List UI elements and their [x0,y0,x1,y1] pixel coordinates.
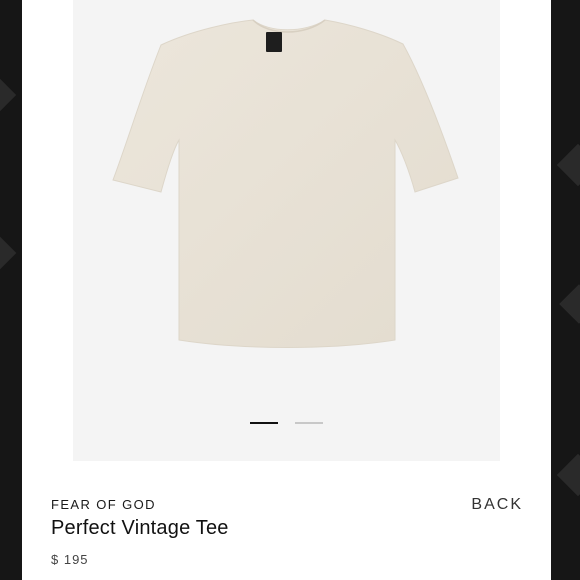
background-shape [559,284,580,324]
carousel-indicator [73,422,500,426]
carousel-dot[interactable] [295,422,323,424]
product-price: $ 195 [51,552,89,567]
neck-label [266,32,282,52]
product-card: FEAR OF GOD Perfect Vintage Tee $ 195 BA… [22,0,551,580]
t-shirt-image [112,19,459,348]
back-button[interactable]: BACK [471,496,523,514]
background-shape [0,73,17,117]
background-shape [0,234,17,272]
carousel-dot-active[interactable] [250,422,278,424]
brand-name: FEAR OF GOD [51,497,156,512]
background-shape [556,143,580,187]
background-right-panel [551,0,580,580]
product-name: Perfect Vintage Tee [51,517,229,539]
background-shape [556,453,580,497]
product-image-carousel[interactable] [73,0,500,461]
background-left-panel [0,0,22,580]
